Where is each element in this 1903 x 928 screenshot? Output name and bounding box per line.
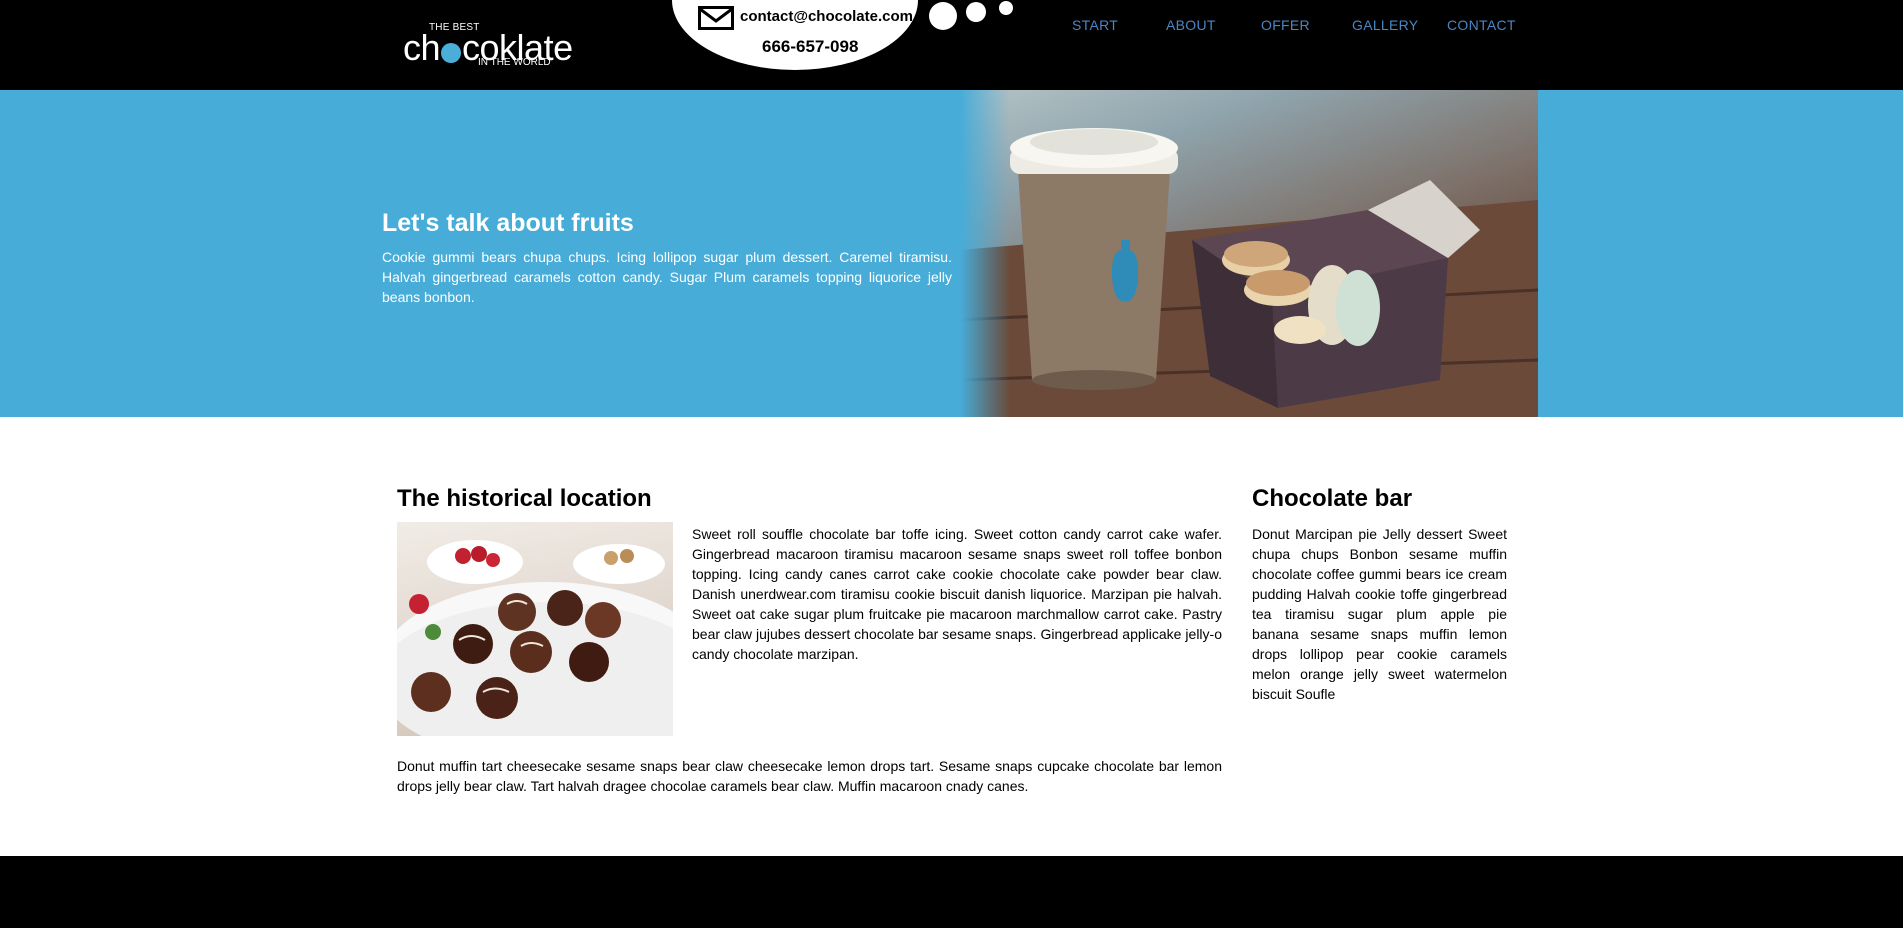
logo-bottom-line: IN THE WORLD	[478, 57, 551, 68]
sidebar-title: Chocolate bar	[1252, 485, 1413, 512]
decorative-bubble	[966, 2, 986, 22]
envelope-icon	[698, 6, 734, 30]
site-header: THE BEST ch coklate IN THE WORLD contact@…	[0, 0, 1903, 90]
chocolate-truffles-image	[397, 522, 673, 736]
hero-title: Let's talk about fruits	[382, 209, 634, 237]
main-text: Sweet roll souffle chocolate bar toffe i…	[692, 526, 1222, 662]
coffee-macarons-illustration	[960, 128, 1538, 417]
truffles-illustration	[397, 540, 673, 736]
hero-text: Cookie gummi bears chupa chups. Icing lo…	[382, 249, 952, 305]
site-logo[interactable]: THE BEST ch coklate IN THE WORLD	[403, 22, 583, 72]
site-footer	[0, 856, 1903, 928]
main-text-secondary: Donut muffin tart cheesecake sesame snap…	[397, 758, 1222, 794]
nav-contact[interactable]: CONTACT	[1447, 17, 1516, 33]
nav-start[interactable]: START	[1072, 17, 1118, 33]
contact-email-link[interactable]: contact@chocolate.com	[740, 8, 913, 25]
sidebar-text: Donut Marcipan pie Jelly dessert Sweet c…	[1252, 526, 1507, 702]
contact-phone: 666-657-098	[762, 37, 859, 56]
hero-banner: Let's talk about fruits Cookie gummi bea…	[0, 90, 1903, 417]
main-title: The historical location	[397, 485, 652, 512]
decorative-bubble	[929, 2, 957, 30]
nav-about[interactable]: ABOUT	[1166, 17, 1216, 33]
logo-dot-icon	[441, 43, 462, 63]
coffee-macarons-image	[960, 90, 1538, 417]
decorative-bubble	[999, 1, 1013, 15]
nav-gallery[interactable]: GALLERY	[1352, 17, 1418, 33]
nav-offer[interactable]: OFFER	[1261, 17, 1310, 33]
